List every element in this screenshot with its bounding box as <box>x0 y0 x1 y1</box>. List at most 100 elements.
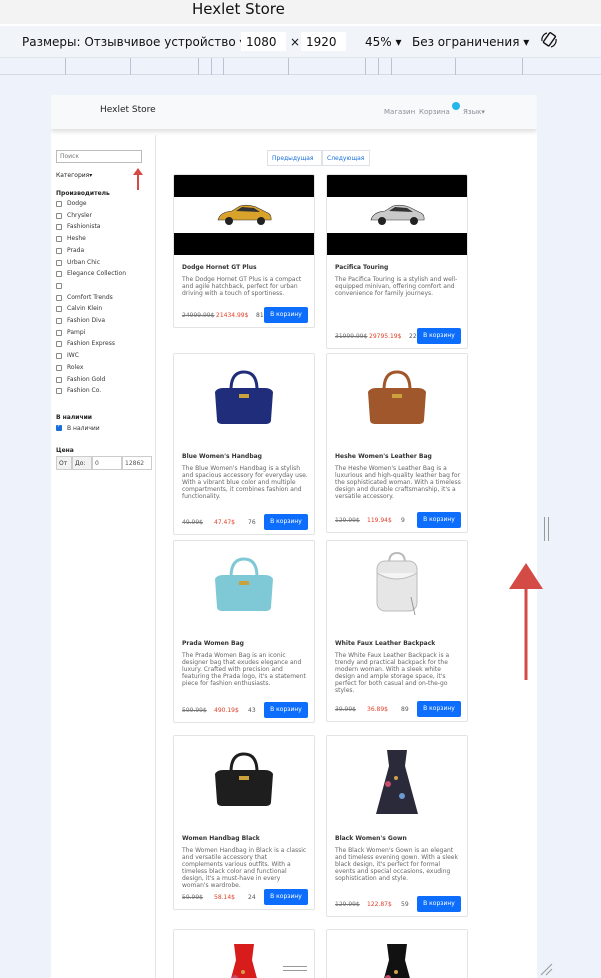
product-card[interactable]: Heshe Women's Leather Bag The Heshe Women… <box>326 353 468 533</box>
ruler-tick <box>378 58 379 75</box>
product-stock-count: 24 <box>248 894 256 901</box>
add-to-cart-button[interactable]: В корзину <box>264 889 308 905</box>
category-label: Категория <box>56 172 90 179</box>
pagination-prev[interactable]: Предыдущая <box>267 150 322 166</box>
product-price: 58.14$ <box>214 894 235 901</box>
maker-checkbox[interactable] <box>56 212 62 219</box>
product-card[interactable]: Pacifica Touring The Pacifica Touring is … <box>326 174 468 349</box>
device-ruler[interactable] <box>0 58 601 75</box>
price-max-input[interactable]: 12862 <box>122 456 152 470</box>
maker-checkbox[interactable] <box>56 271 62 278</box>
add-to-cart-button[interactable]: В корзину <box>417 328 461 344</box>
price-from-label: От <box>56 456 72 470</box>
maker-label: Heshe <box>67 235 86 243</box>
maker-checkbox[interactable] <box>56 388 62 395</box>
pagination-next[interactable]: Следующая <box>322 150 370 166</box>
maker-checkbox[interactable] <box>56 201 62 207</box>
product-stock-count: 9 <box>401 517 405 524</box>
maker-label: Pampi <box>67 328 86 336</box>
maker-label: Calvin Klein <box>67 305 103 313</box>
brown-bag-image <box>327 354 467 444</box>
category-dropdown[interactable]: Категория▾ <box>56 172 92 179</box>
product-title: Blue Women's Handbag <box>182 453 262 460</box>
search-input[interactable] <box>56 150 142 163</box>
nav-link-cart[interactable]: Корзина <box>419 108 450 116</box>
maker-checkbox[interactable] <box>56 364 62 371</box>
product-description: The Dodge Hornet GT Plus is a compact an… <box>182 276 302 297</box>
height-input[interactable]: 1920 <box>301 32 346 51</box>
throttle-dropdown[interactable]: Без ограничения ▾ <box>412 35 529 49</box>
language-dropdown[interactable]: Язык▾ <box>463 108 485 116</box>
rotate-icon[interactable] <box>540 30 558 53</box>
add-to-cart-button[interactable]: В корзину <box>264 514 308 530</box>
resize-handle-bottom[interactable] <box>283 966 307 971</box>
add-to-cart-button[interactable]: В корзину <box>264 702 308 718</box>
throttle-value: Без ограничения <box>412 35 520 49</box>
product-stock-count: 59 <box>401 901 409 908</box>
product-card[interactable]: Blue Women's Handbag The Blue Women's Han… <box>173 353 315 535</box>
chevron-down-icon: ▾ <box>89 172 93 179</box>
product-old-price: 49.99$ <box>182 519 203 526</box>
blue-bag-image <box>174 354 314 444</box>
maker-checkbox[interactable] <box>56 224 62 231</box>
stock-heading: В наличии <box>56 414 92 421</box>
stock-checkbox[interactable] <box>56 423 62 431</box>
maker-label: Fashion Gold <box>67 375 106 383</box>
ruler-tick <box>223 58 224 75</box>
maker-checkbox[interactable] <box>56 247 62 254</box>
product-price: 119.94$ <box>367 517 392 524</box>
ruler-tick <box>391 58 392 75</box>
maker-label: Chrysler <box>67 211 92 219</box>
maker-checkbox[interactable] <box>56 353 62 360</box>
product-card[interactable]: Dodge Hornet GT Plus The Dodge Hornet GT … <box>173 174 315 328</box>
product-card[interactable] <box>326 929 468 978</box>
black-bag-image <box>174 736 314 826</box>
maker-checkbox[interactable] <box>56 282 62 289</box>
product-card[interactable]: Black Women's Gown The Black Women's Gown… <box>326 735 468 917</box>
dimensions-label: Размеры: Отзывчивое устройство <box>22 35 236 49</box>
price-min-input[interactable]: 0 <box>92 456 122 470</box>
resize-handle-right[interactable] <box>544 517 549 541</box>
product-title: Women Handbag Black <box>182 835 260 842</box>
filter-sidebar: Категория▾ Производитель В наличии В нал… <box>51 135 156 978</box>
product-price: 47.47$ <box>214 519 235 526</box>
dimensions-dropdown[interactable]: Размеры: Отзывчивое устройство ▾ <box>22 35 246 49</box>
product-old-price: 599.99$ <box>182 707 207 714</box>
brand-logo[interactable]: Hexlet Store <box>100 105 156 115</box>
product-description: The Pacifica Touring is a stylish and we… <box>335 276 458 297</box>
add-to-cart-button[interactable]: В корзину <box>417 701 461 717</box>
maker-checkbox[interactable] <box>56 236 62 243</box>
product-description: The White Faux Leather Backpack is a tre… <box>335 652 450 694</box>
product-description: The Heshe Women's Leather Bag is a luxur… <box>335 465 461 500</box>
product-price: 122.87$ <box>367 901 392 908</box>
product-card[interactable]: Prada Women Bag The Prada Women Bag is an… <box>173 540 315 723</box>
resize-corner-icon[interactable] <box>540 963 553 976</box>
product-description: The Black Women's Gown is an elegant and… <box>335 847 458 882</box>
product-card[interactable]: Women Handbag Black The Women Handbag in … <box>173 735 315 910</box>
product-title: Prada Women Bag <box>182 640 244 647</box>
add-to-cart-button[interactable]: В корзину <box>417 896 461 912</box>
stock-option-label: В наличии <box>67 425 100 432</box>
product-card[interactable]: White Faux Leather Backpack The White Fau… <box>326 540 468 722</box>
width-input[interactable]: 1080 <box>241 32 286 51</box>
zoom-dropdown[interactable]: 45% ▾ <box>365 35 402 49</box>
price-to-label: До: <box>72 456 92 470</box>
product-price: 36.89$ <box>367 706 388 713</box>
maker-label: Fashion Co. <box>67 387 102 395</box>
navbar: Hexlet Store Магазин Корзина Язык▾ <box>51 95 537 129</box>
maker-checkbox[interactable] <box>56 341 62 348</box>
maker-checkbox[interactable] <box>56 329 62 336</box>
maker-checkbox[interactable] <box>56 259 62 266</box>
product-title: Black Women's Gown <box>335 835 407 842</box>
add-to-cart-button[interactable]: В корзину <box>264 307 308 323</box>
add-to-cart-button[interactable]: В корзину <box>417 512 461 528</box>
maker-label: Fashionista <box>67 223 101 231</box>
maker-checkbox[interactable] <box>56 376 62 383</box>
nav-link-shop[interactable]: Магазин <box>384 108 415 116</box>
maker-checkbox[interactable] <box>56 294 62 301</box>
product-stock-count: 76 <box>248 519 256 526</box>
product-old-price: 59.99$ <box>182 894 203 901</box>
product-title: Pacifica Touring <box>335 264 389 271</box>
maker-checkbox[interactable] <box>56 318 62 324</box>
maker-checkbox[interactable] <box>56 306 62 313</box>
